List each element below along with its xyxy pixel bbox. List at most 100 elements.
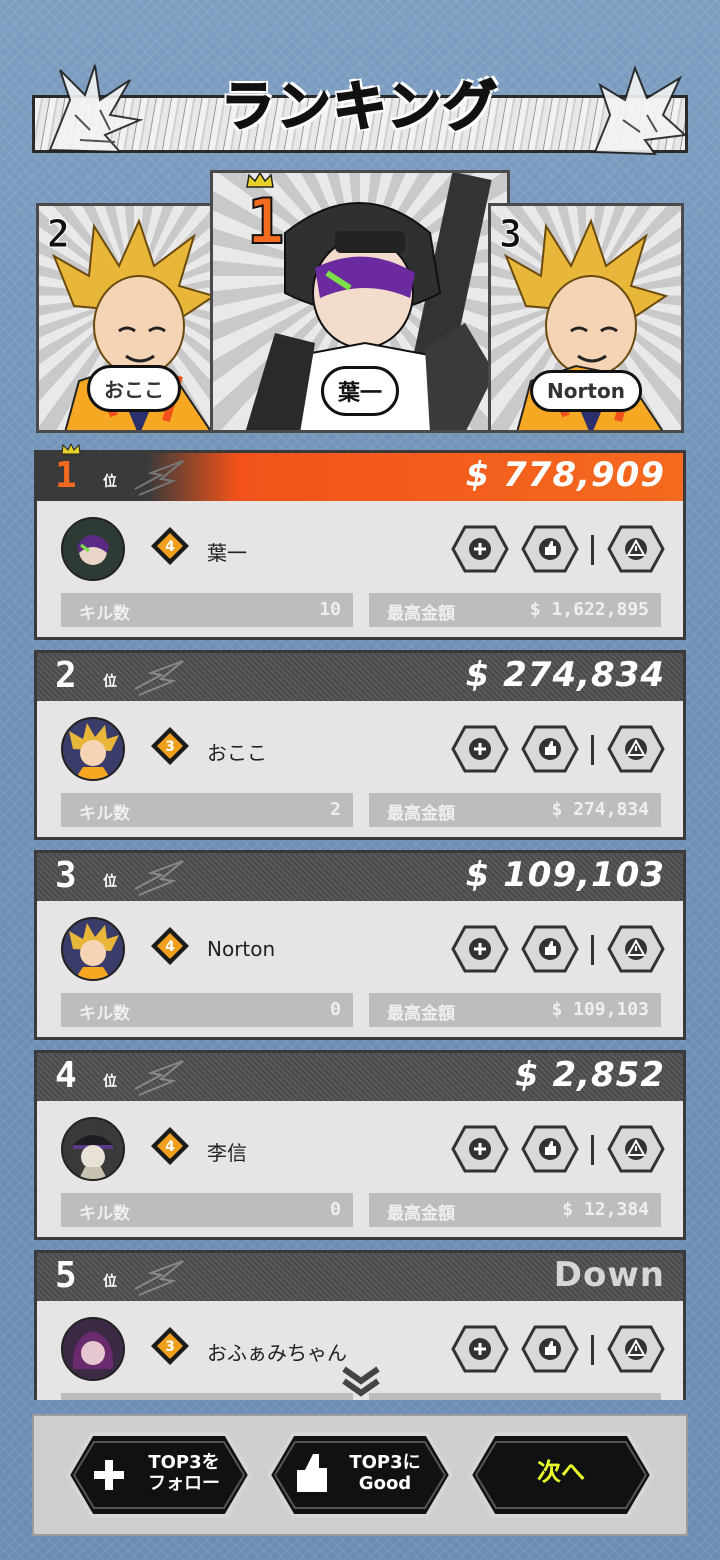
stat-value: 0 xyxy=(330,1199,341,1220)
good-button[interactable] xyxy=(521,925,579,973)
button-label-line1: TOP3に xyxy=(349,1452,421,1473)
ranking-row-3[interactable]: 3 位 $ 109,103 4 Norton キル数 0 最高金額 $ 109,… xyxy=(34,850,686,1040)
badge-level: 4 xyxy=(165,539,175,555)
rank-number: 4 xyxy=(55,1055,77,1096)
stat-label: 最高金額 xyxy=(387,604,455,624)
rank-suffix: 位 xyxy=(103,674,117,690)
best-amount-stat: 最高金額 $ 274,834 xyxy=(369,793,661,827)
rank-number: 2 xyxy=(55,655,77,696)
rank-number: 1 xyxy=(55,455,77,496)
best-amount-stat: 最高金額 $ 1,622,895 xyxy=(369,593,661,627)
report-button[interactable] xyxy=(607,925,665,973)
best-amount-stat xyxy=(369,1393,661,1400)
podium-rank-number: 3 xyxy=(499,212,523,257)
rank-suffix: 位 xyxy=(103,1274,117,1290)
avatar xyxy=(61,1317,125,1381)
good-button[interactable] xyxy=(521,1125,579,1173)
player-name: Norton xyxy=(207,937,276,961)
stat-value: $ 1,622,895 xyxy=(529,599,649,620)
player-name: 李信 xyxy=(207,1141,247,1165)
report-button[interactable] xyxy=(607,725,665,773)
crown-icon xyxy=(61,443,81,455)
kill-count-stat: キル数 2 xyxy=(61,793,353,827)
kill-count-stat: キル数 10 xyxy=(61,593,353,627)
chevron-down-icon[interactable] xyxy=(340,1365,382,1397)
good-button[interactable] xyxy=(521,1325,579,1373)
badge-level: 3 xyxy=(165,739,175,755)
best-amount-stat: 最高金額 $ 109,103 xyxy=(369,993,661,1027)
badge-level: 4 xyxy=(165,1139,175,1155)
rank-badge-icon: 3 xyxy=(151,1327,189,1365)
avatar xyxy=(61,517,125,581)
podium-rank-number: 2 xyxy=(47,212,71,257)
kill-count-stat xyxy=(61,1393,353,1400)
podium-second[interactable]: 2 おここ xyxy=(36,203,232,433)
stat-value: 2 xyxy=(330,799,341,820)
rank-badge-icon: 3 xyxy=(151,727,189,765)
score-amount: $ 109,103 xyxy=(465,855,665,895)
ranking-row-4[interactable]: 4 位 $ 2,852 4 李信 キル数 0 最高金額 $ 12,384 xyxy=(34,1050,686,1240)
page-title: ランキング xyxy=(220,74,500,139)
podium-first[interactable]: 1 葉一 xyxy=(210,170,510,433)
good-button[interactable] xyxy=(521,725,579,773)
button-label-line2: Good xyxy=(358,1473,412,1494)
badge-level: 3 xyxy=(165,1339,175,1355)
follow-button[interactable] xyxy=(451,525,509,573)
podium-name-bubble: 葉一 xyxy=(320,366,400,416)
lightning-decoration xyxy=(134,1060,184,1096)
avatar xyxy=(61,917,125,981)
stat-value: $ 12,384 xyxy=(562,1199,649,1220)
podium-name-bubble: Norton xyxy=(530,370,642,412)
stat-label: キル数 xyxy=(79,1004,130,1024)
stat-label: 最高金額 xyxy=(387,804,455,824)
good-button[interactable] xyxy=(521,525,579,573)
good-top3-button[interactable]: TOP3に Good xyxy=(265,1430,455,1524)
score-amount: $ 778,909 xyxy=(465,455,665,495)
stat-value: $ 109,103 xyxy=(551,999,649,1020)
report-button[interactable] xyxy=(607,1125,665,1173)
follow-top3-button[interactable]: TOP3を フォロー xyxy=(64,1430,254,1524)
stat-value: 0 xyxy=(330,999,341,1020)
follow-button[interactable] xyxy=(451,725,509,773)
stat-label: キル数 xyxy=(79,604,130,624)
report-button[interactable] xyxy=(607,1325,665,1373)
podium-rank-number: 1 xyxy=(246,184,285,259)
ranking-row-2[interactable]: 2 位 $ 274,834 3 おここ キル数 2 最高金額 $ 274,834 xyxy=(34,650,686,840)
player-name: おふぁみちゃん xyxy=(207,1341,347,1365)
button-label-line1: TOP3を xyxy=(148,1452,220,1473)
rank-badge-icon: 4 xyxy=(151,1127,189,1165)
badge-level: 4 xyxy=(165,939,175,955)
stat-label: キル数 xyxy=(79,804,130,824)
lightning-decoration xyxy=(134,1260,184,1296)
stat-value: 10 xyxy=(319,599,341,620)
rank-suffix: 位 xyxy=(103,474,117,490)
ranking-row-1[interactable]: 1 位 $ 778,909 4 葉一 キル数 10 最高金額 $ 1,622,8… xyxy=(34,443,686,640)
avatar xyxy=(61,717,125,781)
button-label-line2: フォロー xyxy=(148,1473,220,1494)
player-name: おここ xyxy=(207,741,267,765)
follow-button[interactable] xyxy=(451,1325,509,1373)
lightning-decoration xyxy=(134,660,184,696)
score-amount: Down xyxy=(553,1255,665,1295)
stat-label: キル数 xyxy=(79,1204,130,1224)
kill-count-stat: キル数 0 xyxy=(61,993,353,1027)
player-name: 葉一 xyxy=(207,541,247,565)
lightning-decoration xyxy=(134,460,184,496)
follow-button[interactable] xyxy=(451,925,509,973)
report-button[interactable] xyxy=(607,525,665,573)
score-amount: $ 274,834 xyxy=(465,655,665,695)
follow-button[interactable] xyxy=(451,1125,509,1173)
stat-label: 最高金額 xyxy=(387,1204,455,1224)
rank-suffix: 位 xyxy=(103,874,117,890)
rank-number: 5 xyxy=(55,1255,77,1296)
podium-third[interactable]: 3 Norton xyxy=(488,203,684,433)
stat-value: $ 274,834 xyxy=(551,799,649,820)
avatar xyxy=(61,1117,125,1181)
score-amount: $ 2,852 xyxy=(514,1055,665,1095)
next-button[interactable]: 次へ xyxy=(466,1430,656,1524)
rank-number: 3 xyxy=(55,855,77,896)
podium-name-bubble: おここ xyxy=(87,365,181,412)
best-amount-stat: 最高金額 $ 12,384 xyxy=(369,1193,661,1227)
rank-suffix: 位 xyxy=(103,1074,117,1090)
kill-count-stat: キル数 0 xyxy=(61,1193,353,1227)
